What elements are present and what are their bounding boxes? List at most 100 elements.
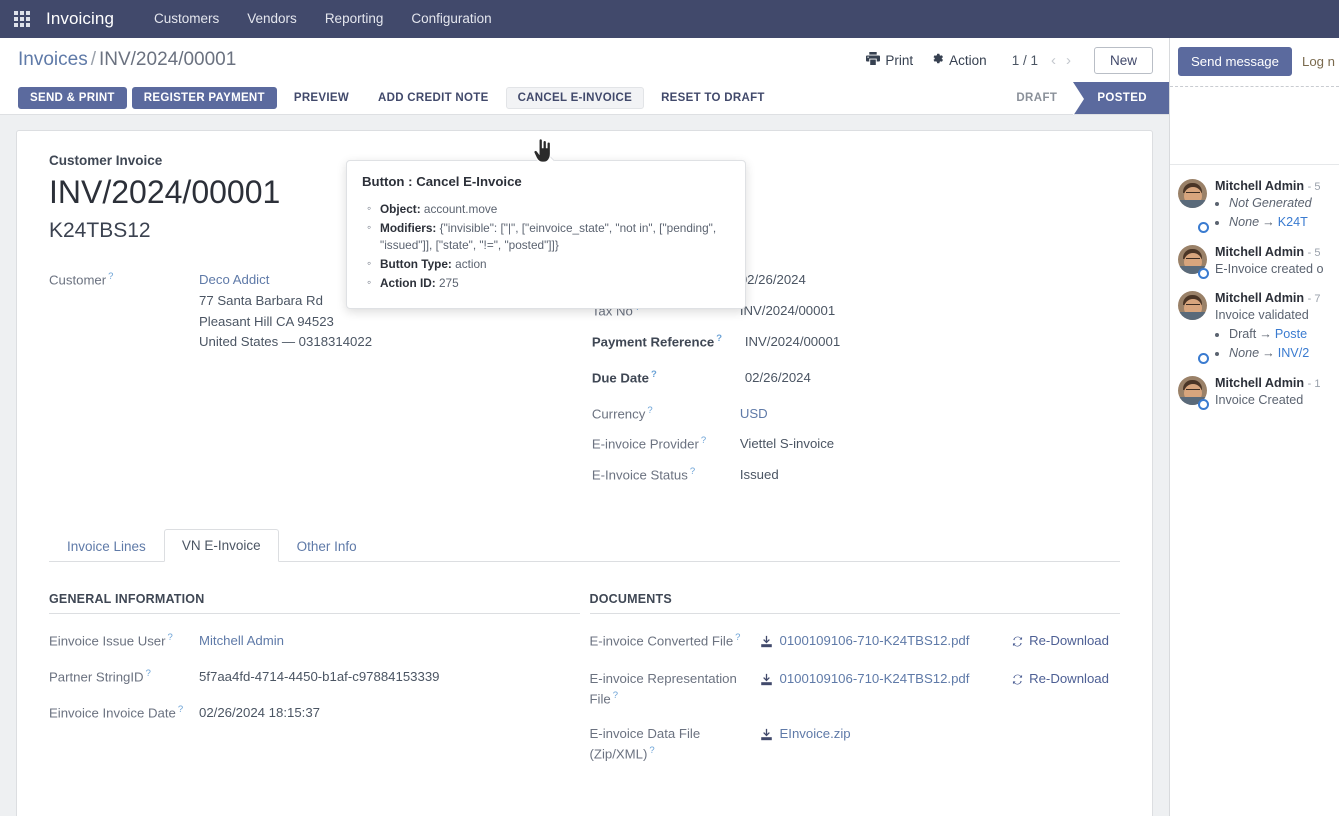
pager-next-icon[interactable]: › — [1061, 53, 1076, 68]
help-icon[interactable]: ? — [146, 668, 151, 679]
log-note-button[interactable]: Log n — [1302, 54, 1335, 69]
breadcrumb-current: INV/2024/00001 — [99, 49, 236, 70]
field-einvoice-status-label-text: E-Invoice Status — [592, 468, 688, 483]
printer-icon — [866, 52, 880, 68]
tracking-arrow-icon: → — [1259, 327, 1272, 341]
chatter-message-text: Invoice validated — [1215, 306, 1320, 324]
help-icon[interactable]: ? — [716, 333, 722, 344]
help-icon[interactable]: ? — [649, 745, 654, 756]
print-button[interactable]: Print — [857, 48, 922, 72]
chatter-message-author[interactable]: Mitchell Admin — [1215, 291, 1304, 305]
chatter-message-text: E-Invoice created o — [1215, 260, 1324, 278]
group-documents: DOCUMENTS E-invoice Converted File? 0100… — [590, 592, 1121, 778]
chatter-message: Mitchell Admin - 1 Invoice Created — [1178, 376, 1339, 409]
print-label: Print — [885, 53, 913, 68]
help-icon[interactable]: ? — [108, 271, 113, 282]
field-einvoice-provider: E-invoice Provider? Viettel S-invoice — [592, 433, 1120, 455]
help-icon[interactable]: ? — [613, 690, 618, 701]
field-invoice-date-value[interactable]: 02/26/2024 — [740, 269, 806, 290]
tab-vn-e-invoice[interactable]: VN E-Invoice — [164, 529, 279, 562]
tracking-old-value: Draft — [1229, 327, 1256, 341]
data-file-name: EInvoice.zip — [780, 724, 851, 744]
field-einvoice-status-value[interactable]: Issued — [740, 464, 779, 485]
field-einvoice-converted-file-label: E-invoice Converted File? — [590, 630, 760, 651]
chatter-message-date: - 7 — [1308, 293, 1321, 305]
avatar[interactable] — [1178, 179, 1207, 232]
reset-to-draft-button[interactable]: RESET TO DRAFT — [649, 87, 777, 109]
chatter-message-header: Mitchell Admin - 7 — [1215, 291, 1320, 305]
chatter-message-header: Mitchell Admin - 5 — [1215, 179, 1320, 193]
field-partner-stringid-value[interactable]: 5f7aa4fd-4714-4450-b1af-c97884153339 — [199, 666, 440, 687]
new-button[interactable]: New — [1094, 47, 1153, 74]
state-posted[interactable]: POSTED — [1073, 82, 1169, 114]
tracking-old-value: Not Generated — [1229, 196, 1312, 210]
app-brand-invoicing[interactable]: Invoicing — [46, 9, 114, 29]
add-credit-note-button[interactable]: ADD CREDIT NOTE — [366, 87, 501, 109]
download-icon — [760, 728, 773, 741]
send-and-print-button[interactable]: SEND & PRINT — [18, 87, 127, 109]
tracking-old-value: None — [1229, 215, 1259, 229]
field-einvoice-provider-value[interactable]: Viettel S-invoice — [740, 433, 834, 454]
chatter-message: Mitchell Admin - 5 Not Generated None→K2… — [1178, 179, 1339, 232]
field-payment-reference: Payment Reference? INV/2024/00001 — [592, 331, 1120, 353]
help-icon[interactable]: ? — [701, 435, 706, 446]
field-einvoice-data-file-value: EInvoice.zip — [760, 723, 851, 747]
pager: 1 / 1 ‹ › — [1012, 53, 1076, 68]
tooltip-rows: Object: account.move Modifiers: {"invisi… — [362, 201, 730, 291]
chatter-message-author[interactable]: Mitchell Admin — [1215, 376, 1304, 390]
field-due-date-value[interactable]: 02/26/2024 — [740, 367, 811, 388]
apps-grid-icon[interactable] — [8, 0, 36, 38]
nav-item-customers[interactable]: Customers — [140, 0, 233, 38]
send-message-button[interactable]: Send message — [1178, 47, 1292, 76]
action-label: Action — [949, 53, 987, 68]
help-icon[interactable]: ? — [690, 466, 695, 477]
representation-file-redownload-button[interactable]: Re-Download — [1011, 669, 1109, 689]
representation-file-download-link[interactable]: 0100109106-710-K24TBS12.pdf — [760, 669, 970, 689]
converted-file-download-link[interactable]: 0100109106-710-K24TBS12.pdf — [760, 631, 970, 651]
register-payment-button[interactable]: REGISTER PAYMENT — [132, 87, 277, 109]
field-einvoice-issue-user-value[interactable]: Mitchell Admin — [199, 630, 284, 651]
nav-item-vendors[interactable]: Vendors — [233, 0, 311, 38]
chatter-tracking-list: Not Generated None→K24T — [1215, 194, 1320, 232]
field-payment-reference-value[interactable]: INV/2024/00001 — [740, 331, 840, 352]
field-currency-value[interactable]: USD — [740, 403, 768, 424]
chatter-message-author[interactable]: Mitchell Admin — [1215, 179, 1304, 193]
group-general-information: GENERAL INFORMATION Einvoice Issue User?… — [49, 592, 580, 778]
help-icon[interactable]: ? — [647, 405, 652, 416]
chatter-pane: Send message Log n Mitchell Admin - 5 No… — [1170, 38, 1339, 816]
field-einvoice-invoice-date-label-text: Einvoice Invoice Date — [49, 705, 176, 720]
nav-item-reporting[interactable]: Reporting — [311, 0, 398, 38]
nav-item-configuration[interactable]: Configuration — [397, 0, 505, 38]
pager-previous-icon[interactable]: ‹ — [1046, 53, 1061, 68]
chatter-message-date: - 5 — [1308, 181, 1321, 193]
tooltip-row-action-id: Action ID: 275 — [380, 275, 730, 291]
state-draft[interactable]: DRAFT — [1002, 82, 1073, 114]
tracking-arrow-icon: → — [1262, 215, 1275, 229]
chatter-message-date: - 1 — [1308, 378, 1321, 390]
help-icon[interactable]: ? — [178, 704, 183, 715]
avatar[interactable] — [1178, 245, 1207, 278]
cancel-e-invoice-button[interactable]: CANCEL E-INVOICE — [506, 87, 645, 109]
breadcrumb-invoices-link[interactable]: Invoices — [18, 49, 88, 70]
data-file-download-link[interactable]: EInvoice.zip — [760, 724, 851, 744]
control-panel-top: Invoices/INV/2024/00001 Print Action 1 / — [0, 38, 1169, 82]
help-icon[interactable]: ? — [651, 369, 657, 380]
avatar[interactable] — [1178, 291, 1207, 363]
tooltip-title: Button : Cancel E-Invoice — [362, 174, 730, 189]
help-icon[interactable]: ? — [168, 632, 173, 643]
preview-button[interactable]: PREVIEW — [282, 87, 361, 109]
avatar[interactable] — [1178, 376, 1207, 409]
help-icon[interactable]: ? — [735, 632, 740, 643]
tracking-new-value: INV/2 — [1278, 346, 1310, 360]
chatter-message-author[interactable]: Mitchell Admin — [1215, 245, 1304, 259]
action-button[interactable]: Action — [922, 48, 996, 72]
field-tax-no-value[interactable]: INV/2024/00001 — [740, 300, 835, 321]
field-payment-reference-label-text: Payment Reference — [592, 334, 714, 349]
converted-file-redownload-button[interactable]: Re-Download — [1011, 631, 1109, 651]
tab-other-info[interactable]: Other Info — [279, 530, 375, 562]
pager-count: 1 / 1 — [1012, 53, 1038, 68]
chatter-divider — [1170, 86, 1339, 87]
field-einvoice-invoice-date-value[interactable]: 02/26/2024 18:15:37 — [199, 702, 320, 723]
tab-invoice-lines[interactable]: Invoice Lines — [49, 530, 164, 562]
status-bar: SEND & PRINT REGISTER PAYMENT PREVIEW AD… — [0, 82, 1169, 115]
